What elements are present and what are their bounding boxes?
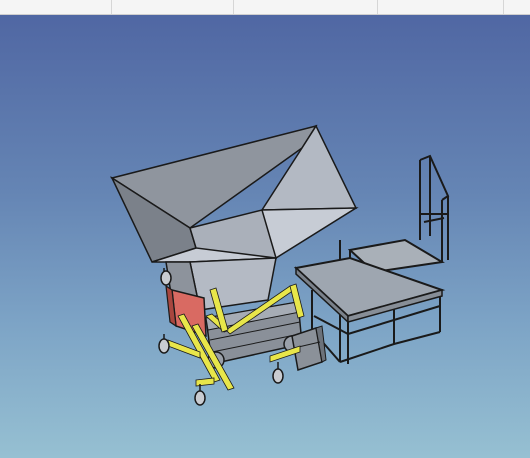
- list-header-strip: [0, 0, 530, 15]
- side-table-top-lower: [293, 256, 446, 318]
- header-column-3[interactable]: [234, 0, 378, 14]
- header-column-4[interactable]: [378, 0, 504, 14]
- header-column-5[interactable]: [504, 0, 530, 14]
- header-column-2[interactable]: [112, 0, 234, 14]
- header-column-1[interactable]: [0, 0, 112, 14]
- cad-model-render[interactable]: [0, 15, 530, 458]
- caster-wheel-front-left: [194, 384, 206, 406]
- 3d-viewport[interactable]: [0, 15, 530, 458]
- caster-wheel-front-right: [272, 362, 284, 384]
- caster-wheel-rear-left: [158, 334, 170, 354]
